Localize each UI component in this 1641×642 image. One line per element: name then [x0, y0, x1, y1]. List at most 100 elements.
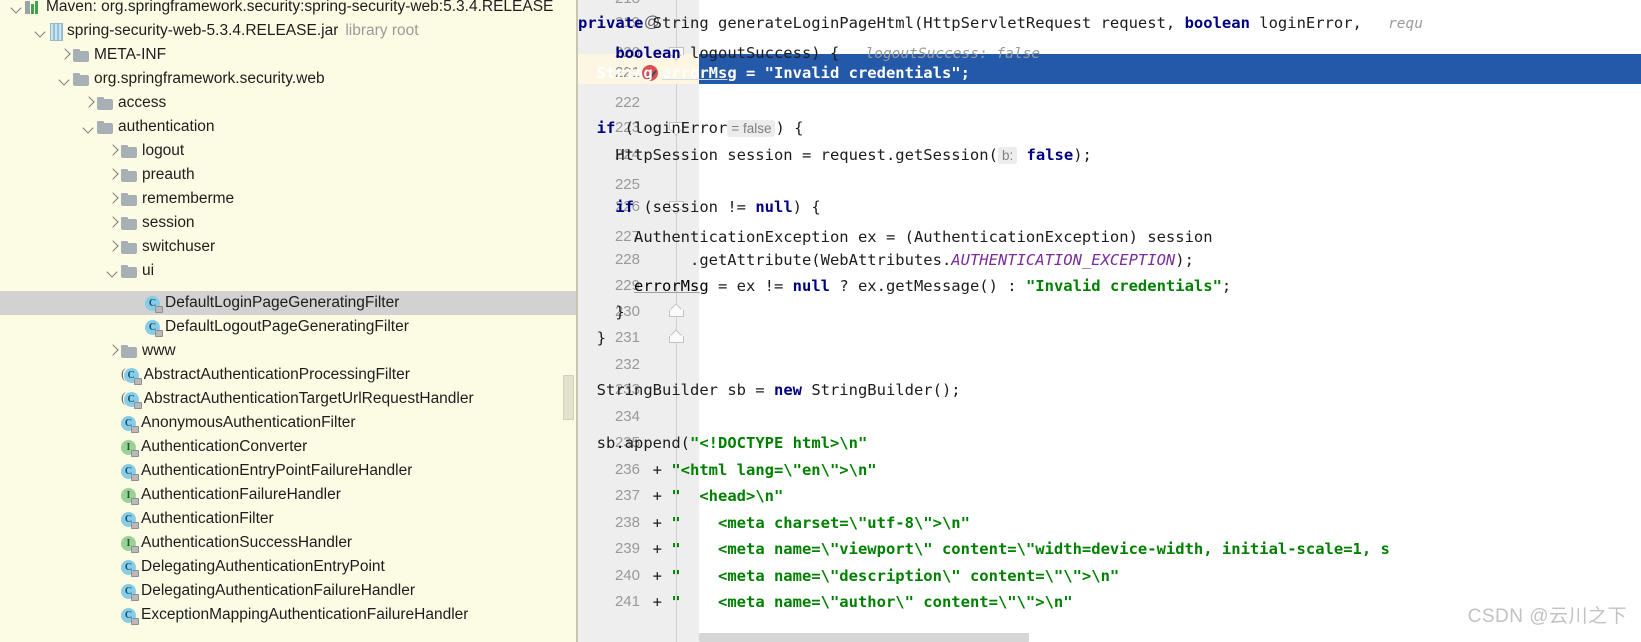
editor-panel[interactable]: 218219@220221222223224225226227228229230…: [578, 0, 1641, 642]
tree-row-secondary-label: library root: [345, 22, 419, 39]
code-line-235: sb.append("<!DOCTYPE html>\n": [596, 434, 868, 452]
tree-row[interactable]: C ExceptionMappingAuthenticationFailureHa…: [0, 603, 578, 627]
chevron-right-icon[interactable]: [104, 187, 121, 211]
tree-row-label: preauth: [142, 166, 195, 183]
tree-row-label: ExceptionMappingAuthenticationFailureHan…: [141, 606, 469, 623]
tree-row[interactable]: ui: [0, 259, 578, 283]
tree-row[interactable]: Maven: org.springframework.security:spri…: [0, 0, 578, 19]
folder-icon: [73, 72, 89, 86]
tree-row[interactable]: access: [0, 91, 578, 115]
interface-icon: I: [121, 439, 139, 457]
tree-row[interactable]: I AuthenticationSuccessHandler: [0, 531, 578, 555]
chevron-down-icon[interactable]: [104, 259, 121, 283]
class-icon: C: [145, 295, 163, 313]
tree-row-label: www: [142, 342, 176, 359]
project-tree-panel[interactable]: Maven: org.springframework.security:spri…: [0, 0, 578, 642]
tree-row[interactable]: preauth: [0, 163, 578, 187]
ide-window: Maven: org.springframework.security:spri…: [0, 0, 1641, 642]
twisty-placeholder: [104, 603, 121, 627]
interface-icon: I: [121, 535, 139, 553]
twisty-placeholder: [104, 363, 121, 387]
abstract-class-icon: (C: [121, 367, 142, 385]
folder-icon: [121, 240, 137, 254]
tree-row-label: DelegatingAuthenticationEntryPoint: [141, 558, 385, 575]
tree-row[interactable]: I AuthenticationFailureHandler: [0, 483, 578, 507]
tree-row[interactable]: C AnonymousAuthenticationFilter: [0, 411, 578, 435]
tree-row[interactable]: C DefaultLoginPageGeneratingFilter: [0, 291, 578, 315]
tree-row[interactable]: (CAbstractAuthenticationProcessingFilter: [0, 363, 578, 387]
tree-row[interactable]: spring-security-web-5.3.4.RELEASE.jar lib…: [0, 19, 578, 43]
folder-icon: [73, 48, 89, 62]
code-line-223: if (loginError = false) {: [596, 119, 804, 137]
twisty-placeholder: [104, 435, 121, 459]
twisty-placeholder: [104, 531, 121, 555]
code-line-226: if (session != null) {: [615, 198, 821, 216]
tree-row[interactable]: C DelegatingAuthenticationEntryPoint: [0, 555, 578, 579]
chevron-down-icon[interactable]: [32, 19, 49, 43]
twisty-placeholder: [104, 507, 121, 531]
folder-icon: [121, 264, 137, 278]
tree-row-label: Maven: org.springframework.security:spri…: [46, 0, 554, 15]
class-icon: C: [121, 511, 139, 529]
jar-icon: [49, 23, 63, 41]
tree-row[interactable]: C AuthenticationEntryPointFailureHandler: [0, 459, 578, 483]
code-line-231: }: [596, 329, 607, 347]
folder-icon: [97, 96, 113, 110]
tree-row[interactable]: www: [0, 339, 578, 363]
class-icon: C: [121, 463, 139, 481]
tree-row-label: DefaultLogoutPageGeneratingFilter: [165, 318, 409, 335]
chevron-right-icon[interactable]: [104, 211, 121, 235]
chevron-right-icon[interactable]: [104, 339, 121, 363]
twisty-placeholder: [128, 315, 145, 339]
code-line-239: + " <meta name=\"viewport\" content=\"wi…: [652, 540, 1390, 558]
chevron-right-icon[interactable]: [104, 163, 121, 187]
tree-row[interactable]: C DelegatingAuthenticationFailureHandler: [0, 579, 578, 603]
tree-row[interactable]: session: [0, 211, 578, 235]
tree-row-label: authentication: [118, 118, 215, 135]
chevron-right-icon[interactable]: [104, 139, 121, 163]
folder-icon: [121, 144, 137, 158]
interface-icon: I: [121, 487, 139, 505]
tree-row[interactable]: switchuser: [0, 235, 578, 259]
folder-icon: [121, 344, 137, 358]
tree-row-label: org.springframework.security.web: [94, 70, 325, 87]
chevron-right-icon[interactable]: [104, 235, 121, 259]
tree-row[interactable]: C AuthenticationFilter: [0, 507, 578, 531]
tree-row-label: AuthenticationEntryPointFailureHandler: [141, 462, 413, 479]
tree-row[interactable]: authentication: [0, 115, 578, 139]
abstract-class-icon: (C: [121, 391, 142, 409]
chevron-right-icon[interactable]: [56, 43, 73, 67]
tree-row-label: ui: [142, 262, 155, 279]
tree-row[interactable]: org.springframework.security.web: [0, 67, 578, 91]
tree-row-label: rememberme: [142, 190, 235, 207]
code-line-233: StringBuilder sb = new StringBuilder();: [596, 381, 961, 399]
tree-row[interactable]: C DefaultLogoutPageGeneratingFilter: [0, 315, 578, 339]
code-line-221: String errorMsg = "Invalid credentials";: [596, 64, 970, 82]
tree-vertical-scrollbar[interactable]: [563, 375, 574, 420]
editor-horizontal-scrollbar[interactable]: [699, 633, 1029, 642]
tree-row[interactable]: META-INF: [0, 43, 578, 67]
maven-module-icon: [25, 0, 41, 15]
tree-row[interactable]: logout: [0, 139, 578, 163]
twisty-placeholder: [104, 483, 121, 507]
tree-row-label: DefaultLoginPageGeneratingFilter: [165, 294, 400, 311]
tree-row[interactable]: (CAbstractAuthenticationTargetUrlRequest…: [0, 387, 578, 411]
tree-row[interactable]: I AuthenticationConverter: [0, 435, 578, 459]
code-line-224: HttpSession session = request.getSession…: [615, 146, 1092, 164]
chevron-down-icon[interactable]: [8, 0, 25, 19]
tree-row-label: AbstractAuthenticationTargetUrlRequestHa…: [143, 390, 474, 407]
tree-row[interactable]: rememberme: [0, 187, 578, 211]
class-icon: C: [121, 583, 139, 601]
tree-row-label: access: [118, 94, 167, 111]
folder-icon: [97, 120, 113, 134]
twisty-placeholder: [104, 411, 121, 435]
chevron-down-icon[interactable]: [80, 115, 97, 139]
code-line-237: + " <head>\n": [652, 487, 784, 505]
tree-row-label: AbstractAuthenticationProcessingFilter: [143, 366, 410, 383]
class-icon: C: [121, 607, 139, 625]
tree-row-label: logout: [142, 142, 185, 159]
chevron-right-icon[interactable]: [80, 91, 97, 115]
class-icon: C: [145, 319, 163, 337]
twisty-placeholder: [104, 459, 121, 483]
chevron-down-icon[interactable]: [56, 67, 73, 91]
